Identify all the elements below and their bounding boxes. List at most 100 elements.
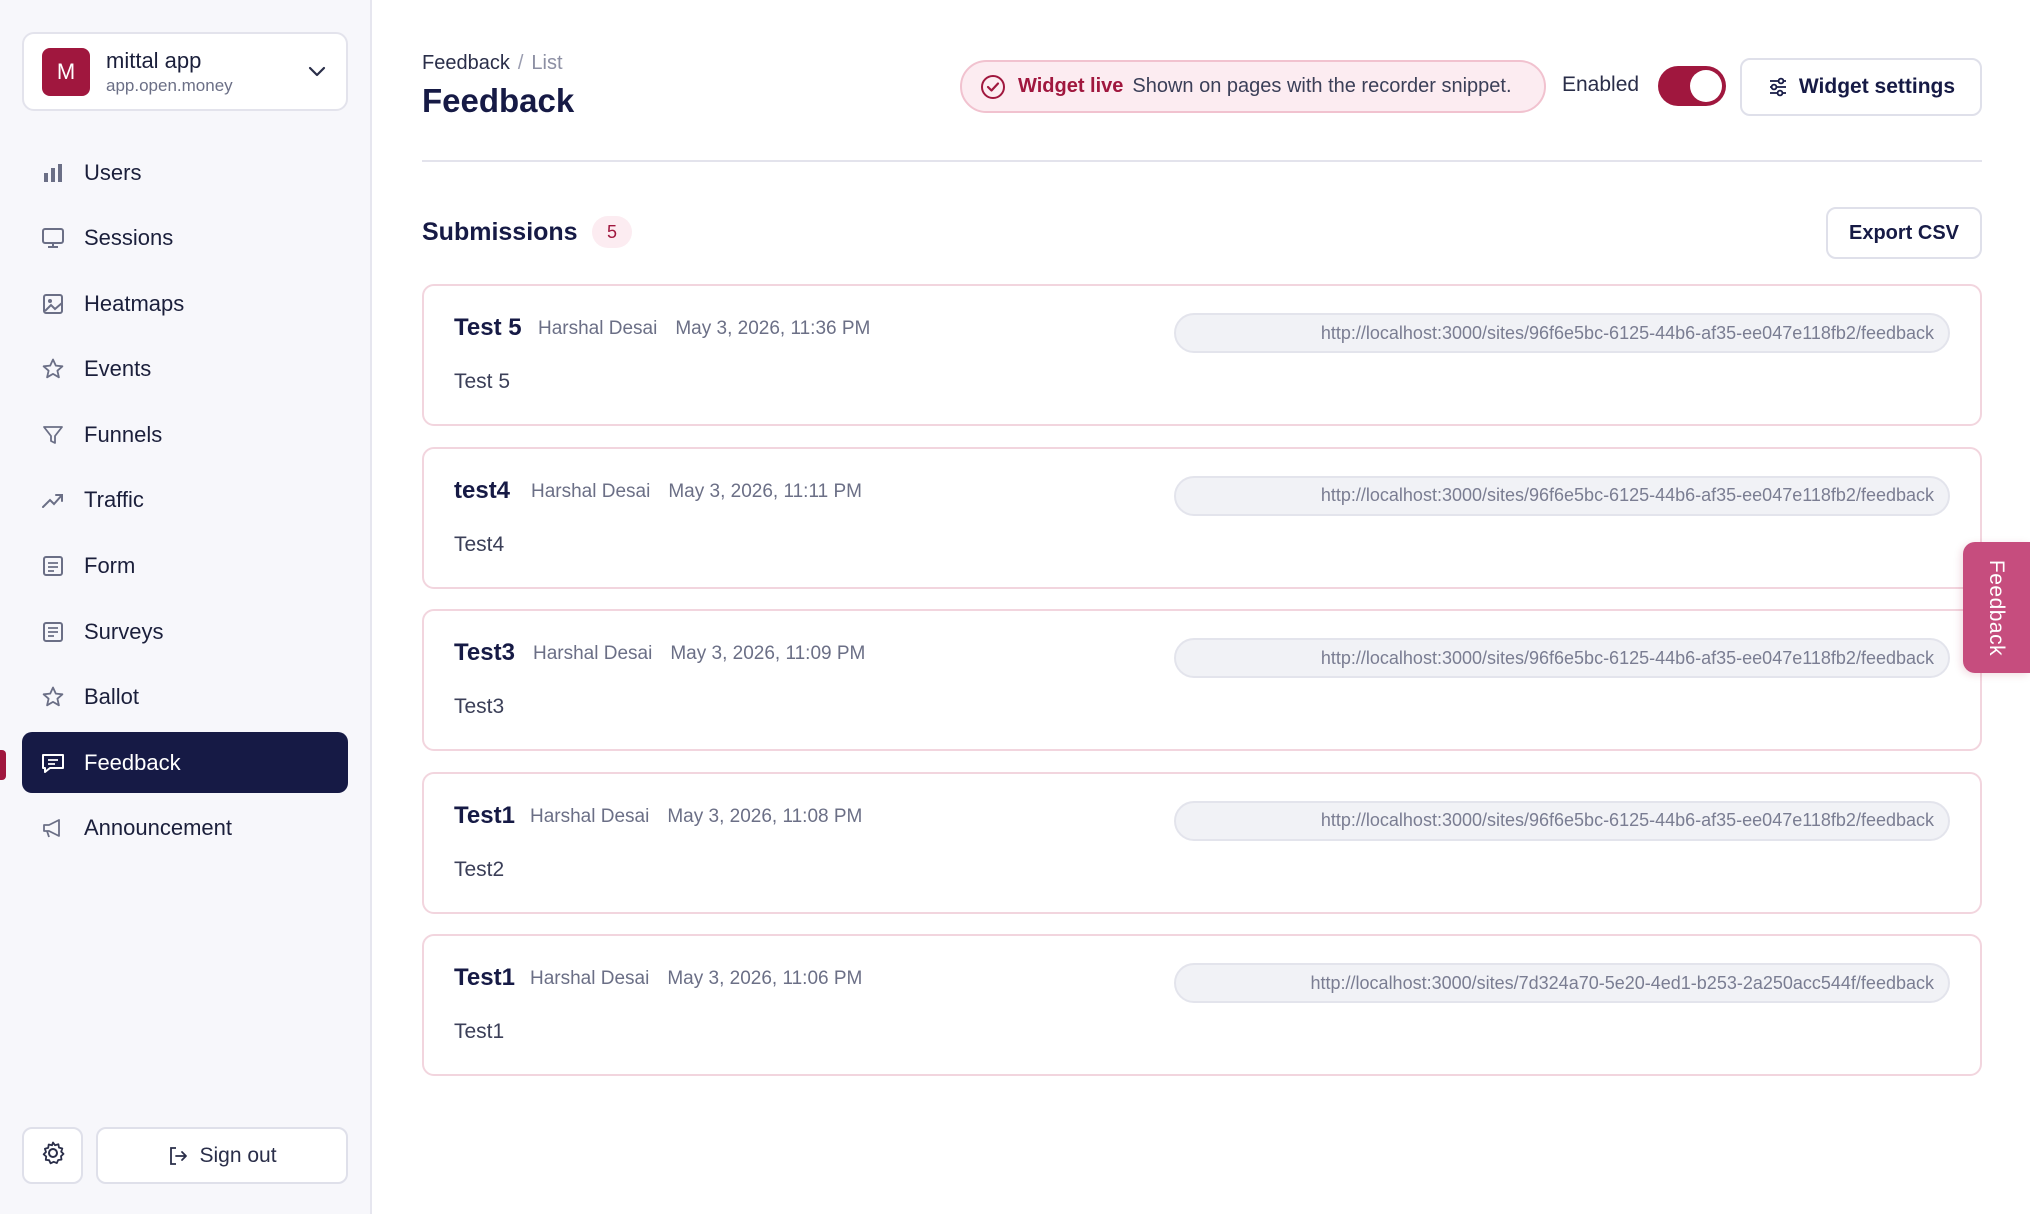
submission-author: Harshal Desai bbox=[533, 643, 653, 664]
sidebar-item-feedback[interactable]: Feedback bbox=[22, 732, 348, 794]
submission-meta: Harshal Desai May 3, 2026, 11:06 PM bbox=[530, 968, 862, 990]
widget-settings-label: Widget settings bbox=[1798, 75, 1956, 98]
submission-card[interactable]: Test1 Harshal Desai May 3, 2026, 11:06 PM… bbox=[422, 934, 1982, 1076]
sidebar-item-ballot[interactable]: Ballot bbox=[22, 667, 348, 728]
sidebar-item-heatmaps[interactable]: Heatmaps bbox=[22, 273, 348, 334]
submission-card[interactable]: Test1 Harshal Desai May 3, 2026, 11:08 PM… bbox=[422, 771, 1982, 914]
enabled-label: Enabled bbox=[1562, 73, 1640, 96]
sidebar-nav: Users Sessions Heatmaps Events Funnels T… bbox=[22, 142, 348, 864]
live-status-label: Widget live bbox=[1018, 75, 1124, 97]
widget-live-status: Widget live Shown on pages with the reco… bbox=[960, 60, 1546, 113]
submission-date: May 3, 2026, 11:08 PM bbox=[667, 805, 863, 827]
sidebar-item-surveys[interactable]: Surveys bbox=[22, 601, 348, 662]
submission-message: Test4 bbox=[454, 532, 505, 556]
submission-meta: Harshal Desai May 3, 2026, 11:09 PM bbox=[533, 643, 865, 665]
submission-title: Test3 bbox=[454, 639, 515, 666]
submission-author: Harshal Desai bbox=[530, 968, 650, 989]
monitor-icon bbox=[40, 225, 66, 251]
submission-url[interactable]: http://localhost:3000/sites/96f6e5bc-612… bbox=[1174, 475, 1950, 516]
submissions-title: Submissions bbox=[422, 218, 578, 246]
workspace-switcher[interactable]: M mittal app app.open.money bbox=[22, 32, 348, 111]
sidebar-item-label: Announcement bbox=[84, 815, 232, 841]
submission-meta: Harshal Desai May 3, 2026, 11:36 PM bbox=[538, 318, 870, 340]
submission-title: Test1 bbox=[454, 964, 515, 991]
sign-out-label: Sign out bbox=[199, 1143, 277, 1167]
sidebar-item-label: Form bbox=[84, 553, 136, 579]
sidebar-item-label: Surveys bbox=[84, 618, 164, 644]
active-nav-marker bbox=[0, 750, 6, 780]
chevron-down-icon bbox=[306, 61, 328, 83]
star-icon bbox=[40, 356, 66, 382]
sidebar-item-label: Users bbox=[84, 159, 142, 185]
funnel-icon bbox=[40, 422, 66, 448]
submission-author: Harshal Desai bbox=[530, 805, 650, 827]
sidebar-item-label: Sessions bbox=[84, 225, 174, 251]
submission-card[interactable]: test4 Harshal Desai May 3, 2026, 11:11 PM… bbox=[422, 446, 1982, 589]
image-icon bbox=[40, 291, 66, 317]
submission-author: Harshal Desai bbox=[538, 318, 658, 339]
submission-author: Harshal Desai bbox=[531, 480, 651, 502]
workspace-name: mittal app bbox=[106, 47, 202, 73]
submission-meta: Harshal Desai May 3, 2026, 11:08 PM bbox=[530, 806, 862, 828]
sliders-icon bbox=[1767, 76, 1789, 98]
submission-date: May 3, 2026, 11:11 PM bbox=[668, 480, 862, 502]
breadcrumb: Feedback / List bbox=[422, 52, 563, 75]
feedback-widget-tab[interactable]: Feedback bbox=[1963, 542, 2030, 673]
header-divider bbox=[422, 160, 1982, 162]
megaphone-icon bbox=[40, 815, 66, 841]
bar-chart-icon bbox=[40, 160, 66, 186]
breadcrumb-root[interactable]: Feedback bbox=[422, 52, 510, 74]
submission-message: Test 5 bbox=[454, 370, 511, 393]
submission-title: Test1 bbox=[454, 801, 515, 829]
sidebar-item-funnels[interactable]: Funnels bbox=[22, 404, 348, 465]
sidebar: M mittal app app.open.money Users Sessio… bbox=[0, 0, 372, 1214]
submission-message: Test1 bbox=[454, 1020, 505, 1043]
export-csv-button[interactable]: Export CSV bbox=[1826, 207, 1982, 259]
check-circle-icon bbox=[980, 74, 1006, 100]
live-status-description: Shown on pages with the recorder snippet… bbox=[1132, 75, 1512, 97]
page-title: Feedback bbox=[422, 82, 575, 119]
sidebar-item-announcement[interactable]: Announcement bbox=[22, 798, 348, 859]
sidebar-item-label: Ballot bbox=[84, 684, 140, 710]
sidebar-item-label: Traffic bbox=[84, 487, 144, 513]
submission-url[interactable]: http://localhost:3000/sites/96f6e5bc-612… bbox=[1174, 313, 1950, 353]
submission-url[interactable]: http://localhost:3000/sites/96f6e5bc-612… bbox=[1174, 638, 1950, 678]
sidebar-item-label: Funnels bbox=[84, 421, 163, 447]
sidebar-item-form[interactable]: Form bbox=[22, 536, 348, 597]
submission-url[interactable]: http://localhost:3000/sites/96f6e5bc-612… bbox=[1174, 800, 1950, 841]
sidebar-item-users[interactable]: Users bbox=[22, 142, 348, 203]
toggle-knob bbox=[1690, 70, 1722, 102]
breadcrumb-current: List bbox=[531, 52, 563, 74]
submission-title: test4 bbox=[454, 476, 511, 504]
submission-date: May 3, 2026, 11:36 PM bbox=[675, 318, 871, 339]
submission-message: Test2 bbox=[454, 857, 505, 881]
submission-card[interactable]: Test3 Harshal Desai May 3, 2026, 11:09 PM… bbox=[422, 609, 1982, 751]
sign-out-button[interactable]: Sign out bbox=[96, 1127, 348, 1184]
settings-button[interactable] bbox=[22, 1127, 83, 1184]
workspace-domain: app.open.money bbox=[106, 75, 233, 95]
submissions-count-badge: 5 bbox=[592, 216, 632, 248]
sidebar-item-events[interactable]: Events bbox=[22, 339, 348, 400]
submission-date: May 3, 2026, 11:06 PM bbox=[667, 968, 863, 989]
submission-date: May 3, 2026, 11:09 PM bbox=[670, 643, 866, 664]
sidebar-item-label: Feedback bbox=[84, 749, 181, 775]
star-icon bbox=[40, 684, 66, 710]
submission-message: Test3 bbox=[454, 695, 505, 718]
workspace-avatar: M bbox=[42, 47, 90, 96]
gear-icon bbox=[40, 1140, 66, 1171]
survey-icon bbox=[40, 619, 66, 645]
breadcrumb-separator: / bbox=[517, 52, 524, 74]
submission-card[interactable]: Test 5 Harshal Desai May 3, 2026, 11:36 P… bbox=[422, 284, 1982, 426]
enabled-toggle[interactable] bbox=[1658, 66, 1726, 106]
submission-title: Test 5 bbox=[454, 314, 522, 341]
trending-up-icon bbox=[40, 487, 66, 513]
message-square-icon bbox=[40, 750, 66, 776]
log-out-icon bbox=[167, 1145, 189, 1167]
form-icon bbox=[40, 553, 66, 579]
sidebar-item-traffic[interactable]: Traffic bbox=[22, 470, 348, 531]
submission-url[interactable]: http://localhost:3000/sites/7d324a70-5e2… bbox=[1174, 963, 1950, 1003]
sidebar-item-label: Events bbox=[84, 356, 152, 382]
sidebar-item-sessions[interactable]: Sessions bbox=[22, 208, 348, 269]
widget-settings-button[interactable]: Widget settings bbox=[1740, 58, 1982, 116]
sidebar-item-label: Heatmaps bbox=[84, 290, 185, 316]
